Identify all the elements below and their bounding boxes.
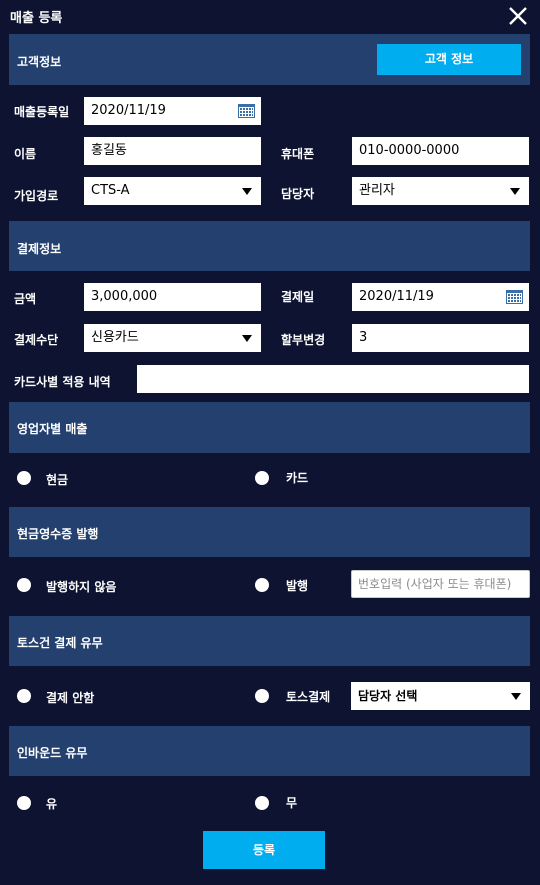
- radio-toss-no-label: 결제 안함: [46, 691, 95, 705]
- installment-label: 할부변경: [281, 333, 326, 347]
- radio-receipt-not-issue-label: 발행하지 않음: [46, 580, 117, 594]
- radio-cash[interactable]: [17, 471, 31, 485]
- manager-value: 관리자: [359, 183, 395, 198]
- card-detail-label: 카드사별 적용 내역: [14, 375, 111, 389]
- radio-receipt-not-issue[interactable]: [17, 578, 31, 592]
- caret-down-icon: [511, 693, 521, 700]
- inbound-heading: 인바운드 유무: [17, 746, 88, 760]
- sale-date-value: 2020/11/19: [91, 103, 166, 118]
- customer-info-button[interactable]: 고객 정보: [377, 44, 521, 75]
- join-route-value: CTS-A: [91, 183, 130, 198]
- caret-down-icon: [242, 188, 252, 195]
- name-field[interactable]: 홍길동: [84, 137, 261, 165]
- phone-field[interactable]: 010-0000-0000: [352, 137, 529, 165]
- sales-type-section-header: 영업자별 매출: [9, 402, 530, 453]
- manager-label: 담당자: [281, 187, 315, 201]
- caret-down-icon: [510, 188, 520, 195]
- payment-method-select[interactable]: 신용카드: [84, 324, 261, 352]
- join-route-select[interactable]: CTS-A: [84, 177, 261, 205]
- radio-toss-yes[interactable]: [255, 689, 269, 703]
- radio-card-label: 카드: [286, 471, 309, 485]
- toss-manager-value: 담당자 선택: [358, 689, 418, 703]
- submit-button[interactable]: 등록: [203, 831, 325, 869]
- inbound-section-header: 인바운드 유무: [9, 726, 530, 776]
- phone-value: 010-0000-0000: [359, 143, 460, 158]
- radio-toss-no[interactable]: [17, 689, 31, 703]
- close-icon: [509, 7, 527, 25]
- close-button[interactable]: [506, 4, 530, 28]
- radio-receipt-issue[interactable]: [255, 578, 269, 592]
- sales-type-heading: 영업자별 매출: [17, 422, 88, 436]
- toss-manager-select[interactable]: 담당자 선택: [351, 682, 530, 710]
- amount-value: 3,000,000: [91, 289, 158, 304]
- phone-label: 휴대폰: [281, 147, 315, 161]
- amount-label: 금액: [14, 292, 37, 306]
- amount-field[interactable]: 3,000,000: [84, 283, 261, 311]
- payment-method-value: 신용카드: [91, 330, 139, 345]
- card-detail-field[interactable]: [137, 365, 529, 393]
- radio-inbound-no-label: 무: [286, 796, 298, 810]
- payment-info-heading: 결제정보: [17, 242, 62, 256]
- sale-date-field[interactable]: 2020/11/19: [84, 97, 261, 125]
- radio-inbound-no[interactable]: [255, 796, 269, 810]
- receipt-number-input[interactable]: 번호입력 (사업자 또는 휴대폰): [351, 570, 530, 598]
- calendar-icon[interactable]: [506, 290, 523, 304]
- payment-method-label: 결제수단: [14, 333, 59, 347]
- name-value: 홍길동: [91, 143, 127, 158]
- join-route-label: 가입경로: [14, 189, 59, 203]
- cash-receipt-section-header: 현금영수증 발행: [9, 507, 530, 557]
- toss-heading: 토스건 결제 유무: [17, 636, 103, 650]
- window-titlebar: 매출 등록: [0, 0, 540, 32]
- toss-section-header: 토스건 결제 유무: [9, 616, 530, 666]
- radio-card[interactable]: [255, 471, 269, 485]
- payment-info-section-header: 결제정보: [9, 221, 530, 271]
- receipt-number-placeholder: 번호입력 (사업자 또는 휴대폰): [358, 577, 512, 591]
- caret-down-icon: [242, 335, 252, 342]
- payment-date-field[interactable]: 2020/11/19: [352, 283, 529, 311]
- radio-inbound-yes[interactable]: [17, 796, 31, 810]
- calendar-icon[interactable]: [238, 104, 255, 118]
- window-title: 매출 등록: [10, 11, 63, 26]
- installment-value: 3: [359, 330, 368, 345]
- manager-select[interactable]: 관리자: [352, 177, 529, 205]
- radio-cash-label: 현금: [46, 473, 69, 487]
- radio-receipt-issue-label: 발행: [286, 579, 309, 593]
- payment-date-value: 2020/11/19: [359, 289, 434, 304]
- customer-info-section-header: 고객정보 고객 정보: [9, 34, 530, 85]
- radio-inbound-yes-label: 유: [46, 797, 58, 811]
- cash-receipt-heading: 현금영수증 발행: [17, 527, 99, 541]
- customer-info-heading: 고객정보: [17, 55, 62, 69]
- name-label: 이름: [14, 147, 37, 161]
- sale-date-label: 매출등록일: [14, 105, 70, 119]
- radio-toss-yes-label: 토스결제: [286, 690, 331, 704]
- installment-field[interactable]: 3: [352, 324, 529, 352]
- payment-date-label: 결제일: [281, 290, 315, 304]
